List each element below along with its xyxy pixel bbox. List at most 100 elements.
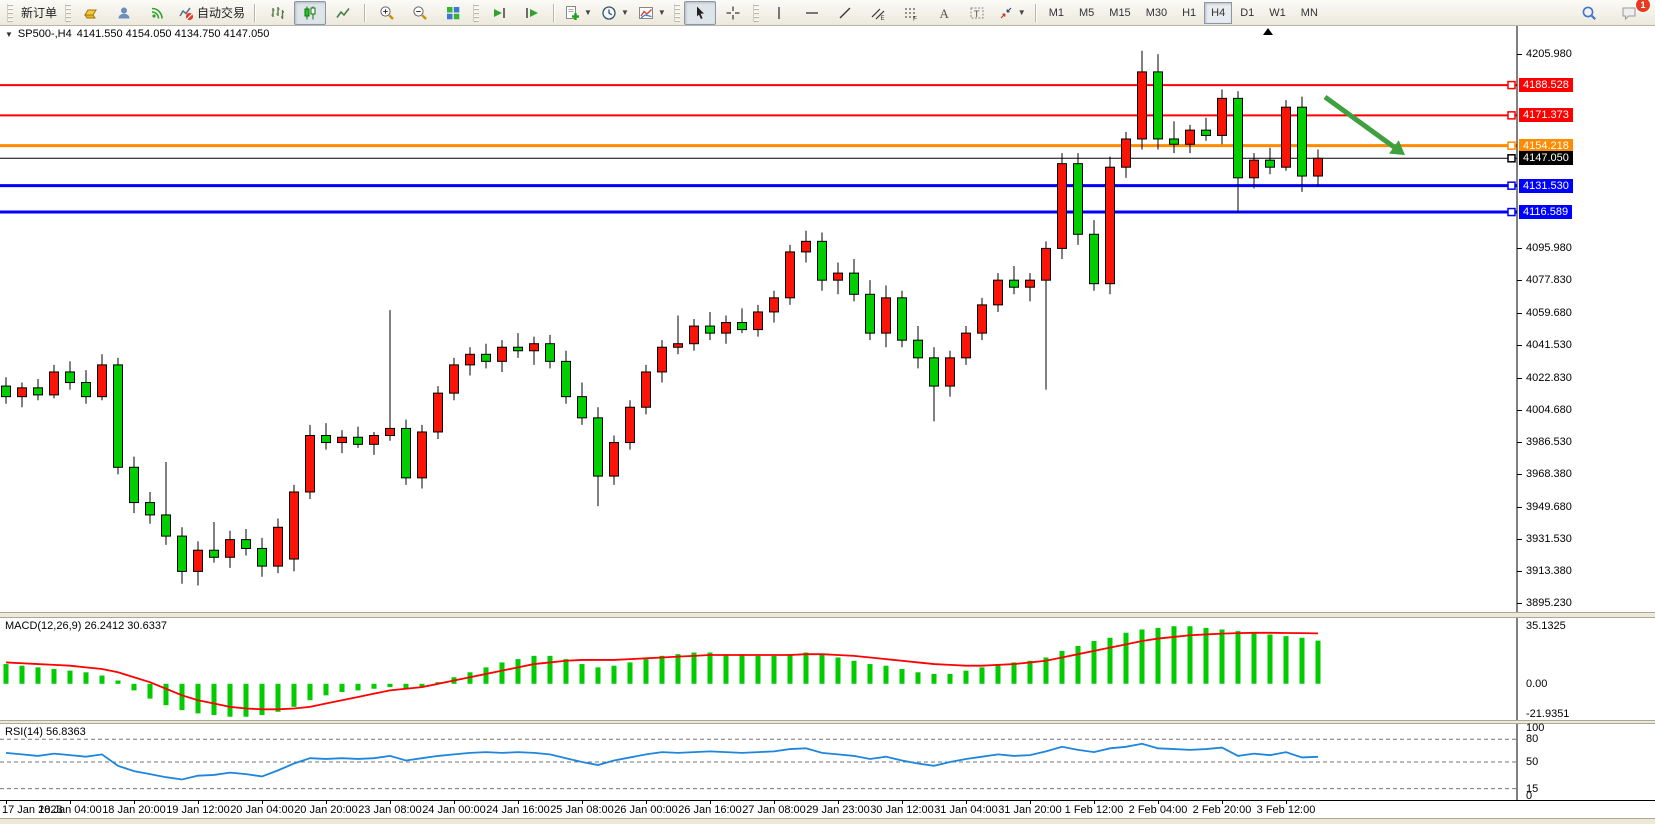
toolbar-grip[interactable] (473, 4, 479, 22)
candle-body (722, 323, 731, 334)
price-tick (1517, 345, 1522, 346)
mt4-terminal: 新订单 自动交易 ▼ ▼ ▼ EFAT ▼ M1M5M15M30H1H4D1W1MN 1 ▼ S… (0, 0, 1655, 824)
toolbar-grip[interactable] (753, 4, 759, 22)
time-label: 3 Feb 12:00 (1257, 804, 1316, 816)
candle-body (946, 358, 955, 386)
time-label: 20 Jan 04:00 (230, 804, 294, 816)
signals-button[interactable] (141, 1, 173, 25)
timeframe-button-m5[interactable]: M5 (1072, 2, 1101, 24)
price-chart-canvas[interactable] (0, 26, 1655, 612)
signals-icon (149, 5, 165, 21)
bars-chart-button[interactable] (261, 1, 293, 25)
toolbar-grip[interactable] (7, 4, 13, 22)
text-button[interactable]: A (928, 1, 960, 25)
level-anchor[interactable] (1508, 209, 1515, 216)
candle-body (1186, 130, 1195, 144)
bars-chart-icon (269, 5, 285, 21)
zoom-out-button[interactable] (404, 1, 436, 25)
candle-body (18, 388, 27, 397)
candle-body (1010, 280, 1019, 287)
zoom-out-icon (412, 5, 428, 21)
level-anchor[interactable] (1508, 155, 1515, 162)
zoom-in-button[interactable] (371, 1, 403, 25)
text-label-icon: T (969, 5, 985, 21)
channel-button[interactable]: E (862, 1, 894, 25)
periods-button[interactable]: ▼ (597, 1, 633, 25)
rsi-canvas[interactable] (0, 724, 1655, 800)
chevron-down-icon[interactable]: ▼ (1018, 8, 1026, 17)
time-axis[interactable]: 17 Jan 202318 Jan 04:0018 Jan 20:0019 Ja… (0, 800, 1655, 819)
line-chart-button[interactable] (327, 1, 359, 25)
level-anchor[interactable] (1508, 142, 1515, 149)
candle-body (34, 388, 43, 395)
main-toolbar: 新订单 自动交易 ▼ ▼ ▼ EFAT ▼ M1M5M15M30H1H4D1W1MN 1 (0, 0, 1655, 26)
notifications-button[interactable]: 1 (1613, 1, 1645, 25)
chevron-down-icon[interactable]: ▼ (621, 8, 629, 17)
candles-chart-button[interactable] (294, 1, 326, 25)
community-button[interactable] (108, 1, 140, 25)
timeframe-button-h1[interactable]: H1 (1175, 2, 1203, 24)
trendline-button[interactable] (829, 1, 861, 25)
chevron-down-icon[interactable]: ▼ (584, 8, 592, 17)
chart-shift-button[interactable] (516, 1, 548, 25)
timeframe-button-m1[interactable]: M1 (1042, 2, 1071, 24)
indicators-button[interactable]: ▼ (560, 1, 596, 25)
candle-body (770, 298, 779, 312)
price-chart-pane[interactable]: ▼ SP500-,H4 4141.550 4154.050 4134.750 4… (0, 26, 1655, 612)
price-tick-label: 4205.980 (1526, 48, 1572, 60)
crosshair-button[interactable] (717, 1, 749, 25)
gold-button[interactable] (75, 1, 107, 25)
trend-arrow-annotation[interactable] (1325, 97, 1397, 149)
candle-body (930, 358, 939, 386)
chevron-down-icon[interactable]: ▼ (658, 8, 666, 17)
timeframe-button-m15[interactable]: M15 (1102, 2, 1137, 24)
text-label-button[interactable]: T (961, 1, 993, 25)
toolbar-separator (1035, 4, 1037, 22)
time-label: 2 Feb 04:00 (1129, 804, 1188, 816)
cursor-button[interactable] (684, 1, 716, 25)
level-anchor[interactable] (1508, 182, 1515, 189)
candle-body (130, 467, 139, 502)
timeframe-button-h4[interactable]: H4 (1204, 2, 1232, 24)
new-order-button[interactable]: 新订单 (17, 1, 61, 25)
candle-body (178, 536, 187, 571)
fibonacci-button[interactable]: F (895, 1, 927, 25)
candle-body (114, 365, 123, 467)
search-button[interactable] (1573, 1, 1605, 25)
auto-scroll-icon (491, 5, 507, 21)
candle-body (1138, 72, 1147, 139)
macd-canvas[interactable] (0, 618, 1655, 720)
candle-body (162, 515, 171, 536)
one-click-trading-toggle[interactable]: ▼ (5, 30, 13, 39)
time-label: 29 Jan 23:00 (806, 804, 870, 816)
time-label: 24 Jan 16:00 (486, 804, 550, 816)
time-label: 24 Jan 00:00 (422, 804, 486, 816)
autotrading-button[interactable]: 自动交易 (174, 1, 249, 25)
timeframe-button-w1[interactable]: W1 (1262, 2, 1293, 24)
arrows-button[interactable]: ▼ (994, 1, 1030, 25)
level-price-tag: 4116.589 (1519, 205, 1572, 219)
timeframe-button-d1[interactable]: D1 (1233, 2, 1261, 24)
toolbar-grip[interactable] (674, 4, 680, 22)
templates-button[interactable]: ▼ (634, 1, 670, 25)
candle-body (578, 397, 587, 418)
autotrading-button-label: 自动交易 (197, 4, 245, 21)
candle-body (914, 340, 923, 358)
tile-windows-button[interactable] (437, 1, 469, 25)
macd-pane[interactable]: MACD(12,26,9) 26.2412 30.6337 (0, 618, 1655, 720)
candle-body (1250, 160, 1259, 178)
candle-body (610, 443, 619, 477)
candle-body (898, 298, 907, 340)
auto-scroll-button[interactable] (483, 1, 515, 25)
vertical-line-button[interactable] (763, 1, 795, 25)
timeframe-button-m30[interactable]: M30 (1139, 2, 1174, 24)
horizontal-line-button[interactable] (796, 1, 828, 25)
candle-body (66, 372, 75, 383)
level-anchor[interactable] (1508, 112, 1515, 119)
level-anchor[interactable] (1508, 82, 1515, 89)
macd-label: MACD(12,26,9) 26.2412 30.6337 (5, 620, 167, 632)
rsi-pane[interactable]: RSI(14) 56.8363 (0, 724, 1655, 800)
toolbar-grip[interactable] (65, 4, 71, 22)
timeframe-button-mn[interactable]: MN (1294, 2, 1325, 24)
candle-body (674, 344, 683, 348)
